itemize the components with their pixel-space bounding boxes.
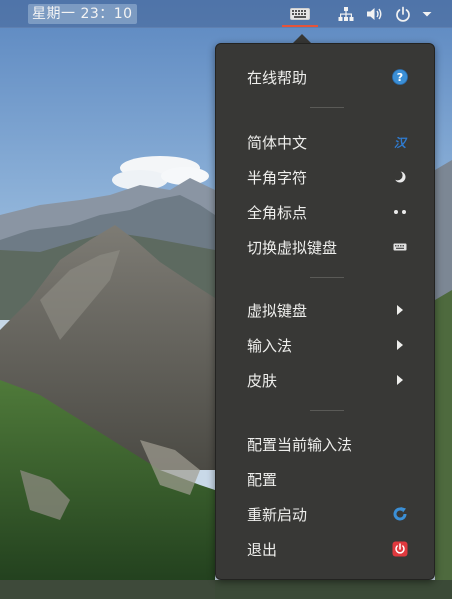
submenu-arrow-icon (392, 337, 408, 353)
full-width-punctuation-icon (392, 204, 408, 220)
menu-item-input-method[interactable]: 输入法 (216, 328, 434, 362)
chinese-glyph: 汉 (393, 135, 406, 150)
help-icon: ? (392, 69, 408, 85)
menu-item-configure[interactable]: 配置 (216, 462, 434, 496)
menu-item-restart[interactable]: 重新启动 (216, 497, 434, 531)
power-icon (396, 6, 410, 22)
keyboard-icon (392, 239, 408, 255)
svg-text:?: ? (397, 71, 403, 84)
menu-item-simplified-chinese[interactable]: 简体中文 汉 (216, 125, 434, 159)
menu-item-configure-current-im[interactable]: 配置当前输入法 (216, 427, 434, 461)
keyboard-icon (290, 8, 310, 20)
system-menu-button[interactable] (392, 0, 436, 28)
input-method-menu: 在线帮助 ? 简体中文 汉 半角字符 全角标点 切换虚拟键盘 虚拟键盘 输入法 … (215, 43, 435, 580)
network-icon (338, 7, 354, 21)
menu-item-virtual-keyboard[interactable]: 虚拟键盘 (216, 293, 434, 327)
dropdown-arrow-icon (422, 12, 432, 17)
menu-separator (310, 277, 344, 278)
menu-item-online-help[interactable]: 在线帮助 ? (216, 60, 434, 94)
menu-item-skin[interactable]: 皮肤 (216, 363, 434, 397)
menu-separator (310, 107, 344, 108)
input-method-indicator[interactable] (281, 0, 319, 28)
menu-item-label: 配置 (247, 470, 278, 489)
clock[interactable]: 星期一 23：10 (28, 4, 137, 24)
menu-separator (310, 410, 344, 411)
menu-item-toggle-virtual-keyboard[interactable]: 切换虚拟键盘 (216, 230, 434, 264)
volume-indicator[interactable] (362, 0, 388, 28)
menu-item-full-width-punct[interactable]: 全角标点 (216, 195, 434, 229)
simplified-chinese-icon: 汉 (392, 134, 408, 150)
menu-item-label: 配置当前输入法 (247, 435, 353, 454)
restart-icon (392, 506, 408, 522)
submenu-arrow-icon (392, 302, 408, 318)
menu-item-exit[interactable]: 退出 (216, 532, 434, 566)
menu-item-half-width[interactable]: 半角字符 (216, 160, 434, 194)
network-indicator[interactable] (334, 0, 358, 28)
top-bar: 星期一 23：10 (0, 0, 452, 28)
volume-icon (367, 8, 382, 20)
half-width-moon-icon (392, 169, 408, 185)
submenu-arrow-icon (392, 372, 408, 388)
exit-icon (392, 541, 408, 557)
